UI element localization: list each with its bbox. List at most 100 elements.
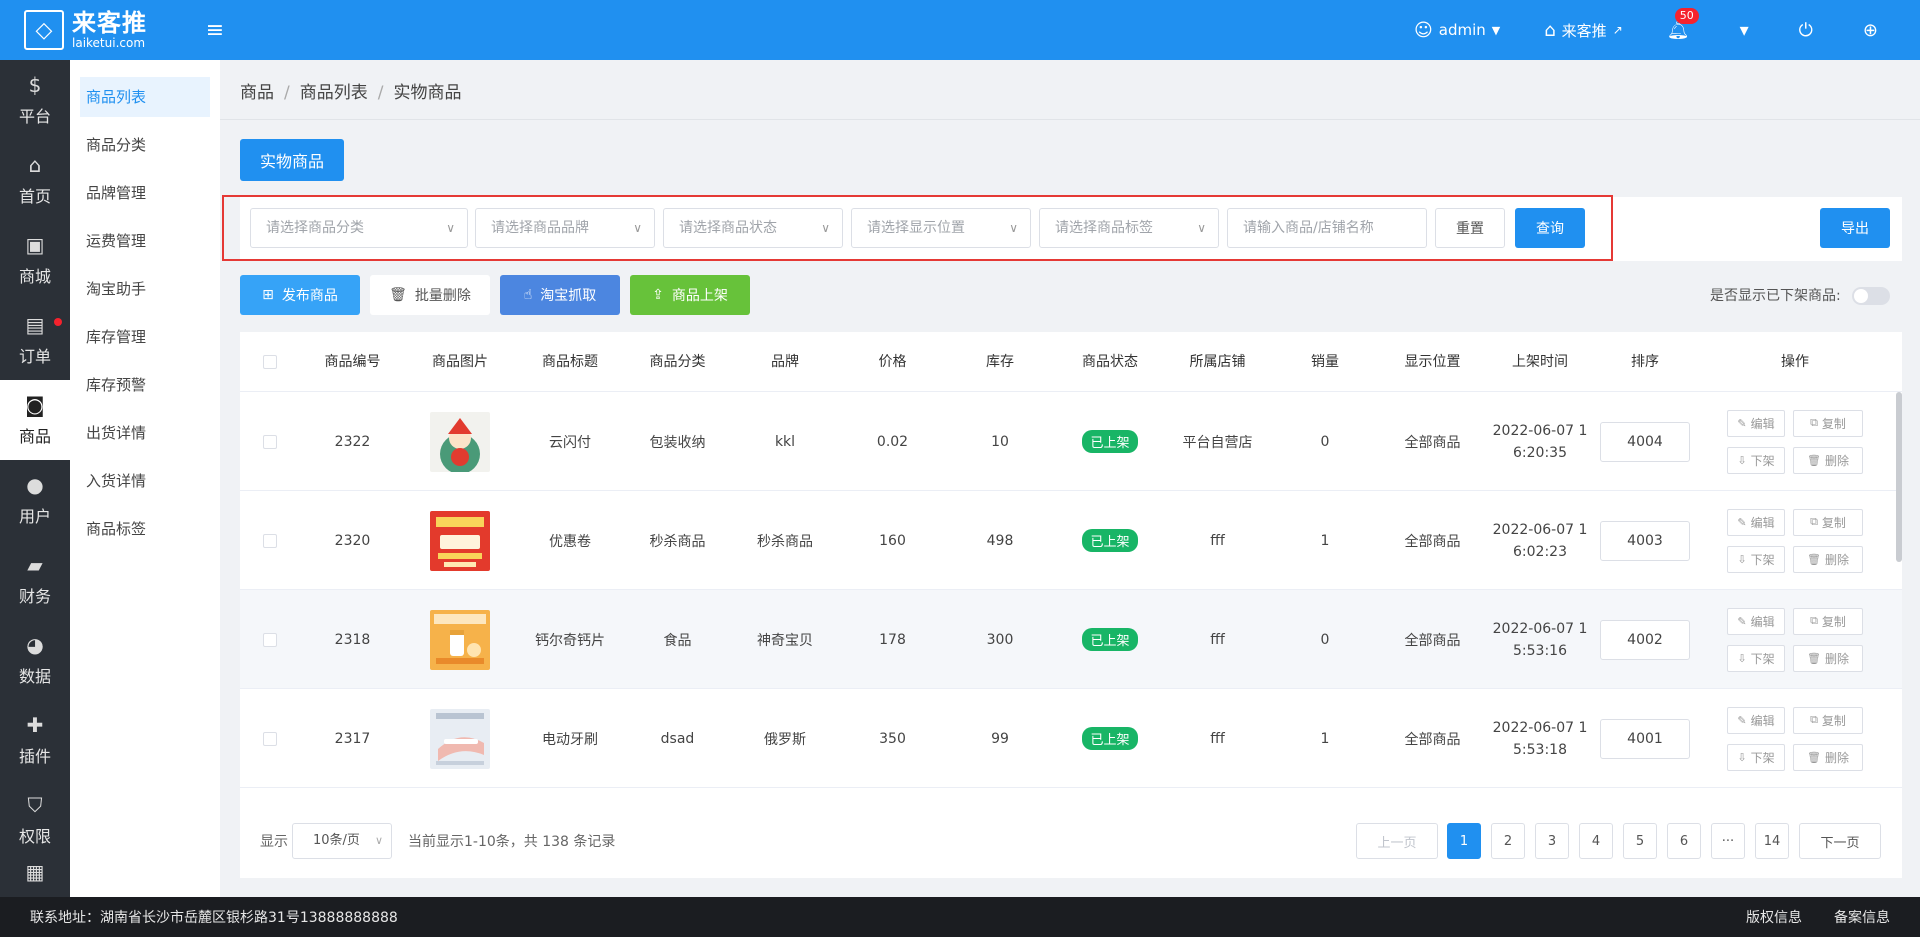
- sidebar-item-user[interactable]: ● 用户: [0, 460, 70, 540]
- table-row: 2320 优惠卷 秒杀商品 秒杀商品 160 498 已上架 fff 1 全部商…: [240, 491, 1902, 590]
- sidebar-item-platform[interactable]: $ 平台: [0, 60, 70, 140]
- offshelf-button[interactable]: ⇩ 下架: [1727, 644, 1785, 672]
- page-button[interactable]: 4: [1579, 823, 1613, 859]
- shelve-button[interactable]: ⇪ 商品上架: [630, 275, 750, 315]
- page-size-select[interactable]: 10条/页 ∨: [292, 823, 392, 859]
- offshelf-label: 下架: [1750, 453, 1775, 468]
- taobao-fetch-button[interactable]: ☝ 淘宝抓取: [500, 275, 620, 315]
- sort-input[interactable]: 4004: [1600, 421, 1690, 462]
- table-row: 2322 云闪付 包装收纳 kkl 0.02 10 已上架 平台自营店 0 全部…: [240, 392, 1902, 491]
- submenu-item-shipping[interactable]: 运费管理: [80, 221, 210, 261]
- page-button[interactable]: 14: [1755, 823, 1789, 859]
- edit-button[interactable]: ✎ 编辑: [1727, 508, 1785, 536]
- submenu-item-category[interactable]: 商品分类: [80, 125, 210, 165]
- edit-button[interactable]: ✎ 编辑: [1727, 706, 1785, 734]
- logo[interactable]: ◇ 来客推 laiketui.com: [0, 0, 200, 60]
- copy-button[interactable]: ⧉ 复制: [1793, 409, 1863, 437]
- language-button[interactable]: ⊕: [1863, 20, 1884, 41]
- offshelf-button[interactable]: ⇩ 下架: [1727, 743, 1785, 771]
- cell-status: 已上架: [1055, 590, 1165, 689]
- submenu-item-inventory[interactable]: 库存管理: [80, 317, 210, 357]
- sidebar-label: 首页: [18, 187, 51, 206]
- row-checkbox[interactable]: [263, 632, 277, 647]
- page-button[interactable]: 6: [1667, 823, 1701, 859]
- delete-button[interactable]: 🗑︎ 删除: [1793, 743, 1863, 771]
- delete-button[interactable]: 🗑︎ 删除: [1793, 545, 1863, 573]
- edit-button[interactable]: ✎ 编辑: [1727, 607, 1785, 635]
- sidebar-item-finance[interactable]: ▰ 财务: [0, 540, 70, 620]
- sidebar-label: 商品: [18, 427, 51, 446]
- trash-icon: 🗑︎: [1807, 750, 1821, 764]
- copy-button[interactable]: ⧉ 复制: [1793, 706, 1863, 734]
- sidebar-item-mall[interactable]: ▣ 商城: [0, 220, 70, 300]
- row-checkbox[interactable]: [263, 533, 277, 548]
- sidebar-item-order[interactable]: ▤ 订单: [0, 300, 70, 380]
- time-line: 2022-06-07 1: [1492, 620, 1588, 637]
- submenu-item-product-list[interactable]: 商品列表: [80, 77, 210, 117]
- col-header: 库存: [986, 354, 1014, 370]
- copyright-link[interactable]: 版权信息: [1746, 907, 1802, 927]
- sort-input[interactable]: 4003: [1600, 520, 1690, 561]
- sidebar-item-goods[interactable]: ◙ 商品: [0, 380, 70, 460]
- offshelf-button[interactable]: ⇩ 下架: [1727, 545, 1785, 573]
- edit-button[interactable]: ✎ 编辑: [1727, 409, 1785, 437]
- cell-time: 2022-06-07 1 5:53:16: [1485, 590, 1595, 689]
- sidebar-item-plugin[interactable]: ✚ 插件: [0, 700, 70, 780]
- delete-button[interactable]: 🗑︎ 删除: [1793, 446, 1863, 474]
- page-button[interactable]: 5: [1623, 823, 1657, 859]
- page-ellipsis[interactable]: ···: [1711, 823, 1745, 859]
- copy-label: 复制: [1821, 515, 1846, 530]
- cell-sort: 4001: [1595, 689, 1695, 788]
- sidebar-item-data[interactable]: ◕ 数据: [0, 620, 70, 700]
- store-link[interactable]: ⌂ 来客推 ↗: [1544, 20, 1623, 41]
- logout-button[interactable]: ⏻: [1799, 20, 1819, 41]
- cell-category: 食品: [663, 632, 692, 649]
- divider: [220, 119, 1920, 120]
- breadcrumb-item[interactable]: 商品: [240, 83, 274, 103]
- breadcrumb-item[interactable]: 商品列表: [300, 83, 368, 103]
- sidebar-item-image[interactable]: ▦: [0, 860, 70, 900]
- checkbox[interactable]: [263, 355, 277, 369]
- product-image: [430, 411, 490, 472]
- page-button[interactable]: 2: [1491, 823, 1525, 859]
- submenu-item-tags[interactable]: 商品标签: [80, 509, 210, 549]
- cell-title: 云闪付: [549, 434, 591, 451]
- table-scrollbar[interactable]: [1896, 392, 1902, 562]
- cell-shop: fff: [1210, 532, 1225, 549]
- puzzle-icon: ✚: [26, 713, 44, 737]
- offshelf-button[interactable]: ⇩ 下架: [1727, 446, 1785, 474]
- batch-delete-button[interactable]: 🗑︎ 批量删除: [370, 275, 490, 315]
- record-link[interactable]: 备案信息: [1834, 907, 1890, 927]
- user-menu[interactable]: ☺ admin ▼: [1414, 20, 1500, 41]
- submenu-item-brand[interactable]: 品牌管理: [80, 173, 210, 213]
- sort-input[interactable]: 4002: [1600, 619, 1690, 660]
- select-all-checkbox[interactable]: [240, 332, 300, 392]
- submenu-item-inbound[interactable]: 入货详情: [80, 461, 210, 501]
- delete-button[interactable]: 🗑︎ 删除: [1793, 644, 1863, 672]
- page-button[interactable]: 3: [1535, 823, 1569, 859]
- next-page-button[interactable]: 下一页: [1799, 823, 1881, 859]
- sort-input[interactable]: 4001: [1600, 718, 1690, 759]
- copy-button[interactable]: ⧉ 复制: [1793, 508, 1863, 536]
- tab-physical-goods[interactable]: 实物商品: [240, 139, 344, 181]
- col-header: 商品图片: [432, 354, 488, 370]
- submenu-item-outbound[interactable]: 出货详情: [80, 413, 210, 453]
- sidebar-item-permission[interactable]: ⛉ 权限: [0, 780, 70, 860]
- publish-button[interactable]: ⊞ 发布商品: [240, 275, 360, 315]
- copy-button[interactable]: ⧉ 复制: [1793, 607, 1863, 635]
- col-header: 商品编号: [324, 354, 381, 370]
- cell-title: 电动牙刷: [542, 731, 598, 748]
- row-checkbox[interactable]: [263, 731, 277, 746]
- row-checkbox[interactable]: [263, 434, 277, 449]
- submenu-item-stock-alert[interactable]: 库存预警: [80, 365, 210, 405]
- show-offshelf-toggle[interactable]: [1852, 287, 1890, 305]
- page-button[interactable]: 1: [1447, 823, 1481, 859]
- sidebar-item-home[interactable]: ⌂ 首页: [0, 140, 70, 220]
- cell-position: 全部商品: [1404, 533, 1461, 550]
- notification-button[interactable]: 🔔︎ 50: [1667, 7, 1699, 41]
- submenu-item-taobao[interactable]: 淘宝助手: [80, 269, 210, 309]
- prev-page-button[interactable]: 上一页: [1356, 823, 1438, 859]
- menu-toggle-icon[interactable]: ≡: [200, 18, 230, 43]
- export-button[interactable]: 导出: [1820, 208, 1890, 248]
- theme-button[interactable]: ▾: [1740, 20, 1755, 41]
